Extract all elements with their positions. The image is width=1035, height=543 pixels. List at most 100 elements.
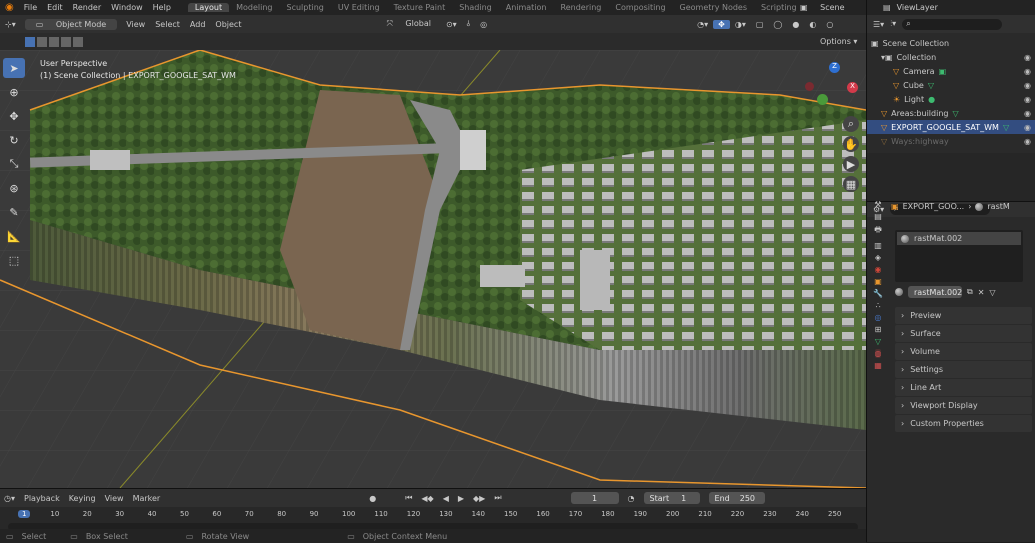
- eye-icon[interactable]: ◉: [1024, 81, 1035, 90]
- render-tab-icon[interactable]: ▤: [874, 212, 882, 221]
- eye-icon[interactable]: ◉: [1024, 137, 1035, 146]
- menu-select[interactable]: Select: [150, 20, 185, 29]
- modifier-tab-icon[interactable]: 🔧: [873, 289, 883, 298]
- 3d-viewport[interactable]: ➤ ⊕ ✥ ↻ ⤡ ⊛ ✎ 📐 ⬚ User Perspective (1) S…: [0, 50, 866, 488]
- proportional-edit-icon[interactable]: ◎: [475, 20, 492, 29]
- filter-icon[interactable]: ▽: [989, 288, 995, 297]
- outliner-editor-icon[interactable]: ☰▾: [873, 20, 884, 29]
- tab-shading[interactable]: Shading: [452, 3, 499, 12]
- ortho-toggle-icon[interactable]: ▦: [843, 176, 859, 192]
- select-tool-icon[interactable]: ➤: [3, 58, 25, 78]
- start-frame-field[interactable]: Start 1: [643, 492, 700, 504]
- outliner-row-cube[interactable]: ▽ Cube ▽ ◉: [867, 78, 1035, 92]
- outliner-row-collection[interactable]: ▾▣ Collection ◉: [867, 50, 1035, 64]
- select-mode-new-icon[interactable]: [25, 36, 35, 47]
- navigation-gizmo[interactable]: Z X: [805, 60, 860, 115]
- view-layer-tab-icon[interactable]: ▥: [874, 241, 882, 250]
- section-viewport-display[interactable]: › Viewport Display: [895, 397, 1032, 414]
- tab-layout[interactable]: Layout: [187, 3, 230, 12]
- transform-tool-icon[interactable]: ⊛: [3, 178, 25, 198]
- menu-playback[interactable]: Playback: [24, 494, 60, 503]
- zoom-icon[interactable]: ⌕: [843, 116, 859, 132]
- object-mode-dropdown[interactable]: ▭ Object Mode: [24, 18, 118, 30]
- outliner-filter-icon[interactable]: ⫶▾: [890, 19, 896, 29]
- pivot-icon[interactable]: ⊙▾: [441, 20, 462, 29]
- end-frame-field[interactable]: End 250: [708, 492, 765, 504]
- gizmo-x-icon[interactable]: X: [847, 82, 858, 93]
- object-tab-icon[interactable]: ▣: [874, 277, 882, 286]
- tab-sculpting[interactable]: Sculpting: [280, 3, 331, 12]
- menu-object[interactable]: Object: [210, 20, 246, 29]
- rotate-tool-icon[interactable]: ↻: [3, 130, 25, 150]
- section-custom-properties[interactable]: › Custom Properties: [895, 415, 1032, 432]
- gizmo-y-icon[interactable]: [817, 94, 828, 105]
- eye-icon[interactable]: ◉: [1024, 53, 1035, 62]
- next-keyframe-icon[interactable]: ◆▶: [473, 494, 485, 503]
- tab-compositing[interactable]: Compositing: [608, 3, 672, 12]
- outliner-row-export-google-sat[interactable]: ▽ EXPORT_GOOGLE_SAT_WM ▽ ◉: [867, 120, 1035, 134]
- shading-wireframe-icon[interactable]: ◯: [768, 20, 787, 29]
- gizmo-z-icon[interactable]: Z: [829, 62, 840, 73]
- browse-material-icon[interactable]: [895, 288, 903, 296]
- cursor-tool-icon[interactable]: ⊕: [3, 82, 25, 102]
- tab-uv-editing[interactable]: UV Editing: [331, 3, 387, 12]
- xray-icon[interactable]: ▢: [751, 20, 769, 29]
- section-surface[interactable]: › Surface: [895, 325, 1032, 342]
- tab-texture-paint[interactable]: Texture Paint: [387, 3, 453, 12]
- eye-icon[interactable]: ◉: [1024, 109, 1035, 118]
- camera-view-icon[interactable]: ▶: [843, 156, 859, 172]
- shading-material-icon[interactable]: ◐: [804, 20, 821, 29]
- snap-icon[interactable]: ⫰: [462, 19, 475, 29]
- eye-icon[interactable]: ◉: [1024, 67, 1035, 76]
- select-mode-intersect-icon[interactable]: [73, 36, 83, 47]
- menu-file[interactable]: File: [19, 3, 42, 12]
- tool-tab-icon[interactable]: ⚒: [874, 200, 881, 209]
- menu-help[interactable]: Help: [148, 3, 176, 12]
- transform-orientation-dropdown[interactable]: ⤧ Global: [376, 19, 440, 29]
- options-dropdown[interactable]: Options ▾: [820, 37, 857, 46]
- editor-type-icon[interactable]: ⊹▾: [0, 20, 21, 29]
- outliner-row-areas-building[interactable]: ▽ Areas:building ▽ ◉: [867, 106, 1035, 120]
- select-mode-extend-icon[interactable]: [37, 36, 47, 47]
- menu-view[interactable]: View: [121, 20, 150, 29]
- menu-keying[interactable]: Keying: [69, 494, 96, 503]
- output-tab-icon[interactable]: 🖶: [874, 224, 882, 238]
- prev-keyframe-icon[interactable]: ◀◆: [421, 494, 433, 503]
- scale-tool-icon[interactable]: ⤡: [3, 154, 25, 174]
- eye-icon[interactable]: ◉: [1024, 123, 1035, 132]
- eye-icon[interactable]: ◉: [1024, 95, 1035, 104]
- overlay-toggle-icon[interactable]: ◑▾: [730, 20, 751, 29]
- current-frame-field[interactable]: 1: [570, 492, 619, 504]
- shading-rendered-icon[interactable]: ○: [821, 20, 838, 29]
- scene-tab-icon[interactable]: ◈: [875, 253, 881, 262]
- outliner-search-input[interactable]: ⌕: [902, 18, 1003, 30]
- measure-tool-icon[interactable]: 📐: [3, 226, 25, 246]
- menu-marker[interactable]: Marker: [133, 494, 161, 503]
- outliner-row-light[interactable]: ☀ Light ● ◉: [867, 92, 1035, 106]
- material-slot[interactable]: rastMat.002: [897, 232, 1021, 245]
- tab-geometry-nodes[interactable]: Geometry Nodes: [673, 3, 754, 12]
- section-preview[interactable]: › Preview: [895, 307, 1032, 324]
- section-line-art[interactable]: › Line Art: [895, 379, 1032, 396]
- scene-selector[interactable]: ▣ Scene: [790, 3, 855, 12]
- view-layer-icon[interactable]: ▤: [883, 3, 891, 12]
- duplicate-material-icon[interactable]: ⧉: [967, 287, 973, 297]
- unlink-material-icon[interactable]: ✕: [978, 288, 985, 297]
- menu-window[interactable]: Window: [106, 3, 148, 12]
- play-reverse-icon[interactable]: ◀: [443, 494, 449, 503]
- outliner-row-camera[interactable]: ▽ Camera ▣ ◉: [867, 64, 1035, 78]
- tab-animation[interactable]: Animation: [499, 3, 554, 12]
- world-tab-icon[interactable]: ◉: [875, 265, 882, 274]
- pan-hand-icon[interactable]: ✋: [843, 136, 859, 152]
- add-cube-tool-icon[interactable]: ⬚: [3, 250, 25, 270]
- timeline-ruler[interactable]: 1 10 20 30 40 50 60 70 80 90 100 110 120 130 140 150 160…: [0, 509, 866, 523]
- timeline-editor-icon[interactable]: ◷▾: [4, 494, 15, 503]
- tab-rendering[interactable]: Rendering: [554, 3, 609, 12]
- visibility-icon[interactable]: ◔▾: [692, 20, 713, 29]
- annotate-tool-icon[interactable]: ✎: [3, 202, 25, 222]
- shading-solid-icon[interactable]: ●: [787, 20, 804, 29]
- record-icon[interactable]: ●: [369, 494, 376, 503]
- menu-render[interactable]: Render: [68, 3, 106, 12]
- clock-icon[interactable]: ◔: [628, 494, 635, 503]
- play-icon[interactable]: ▶: [458, 494, 464, 503]
